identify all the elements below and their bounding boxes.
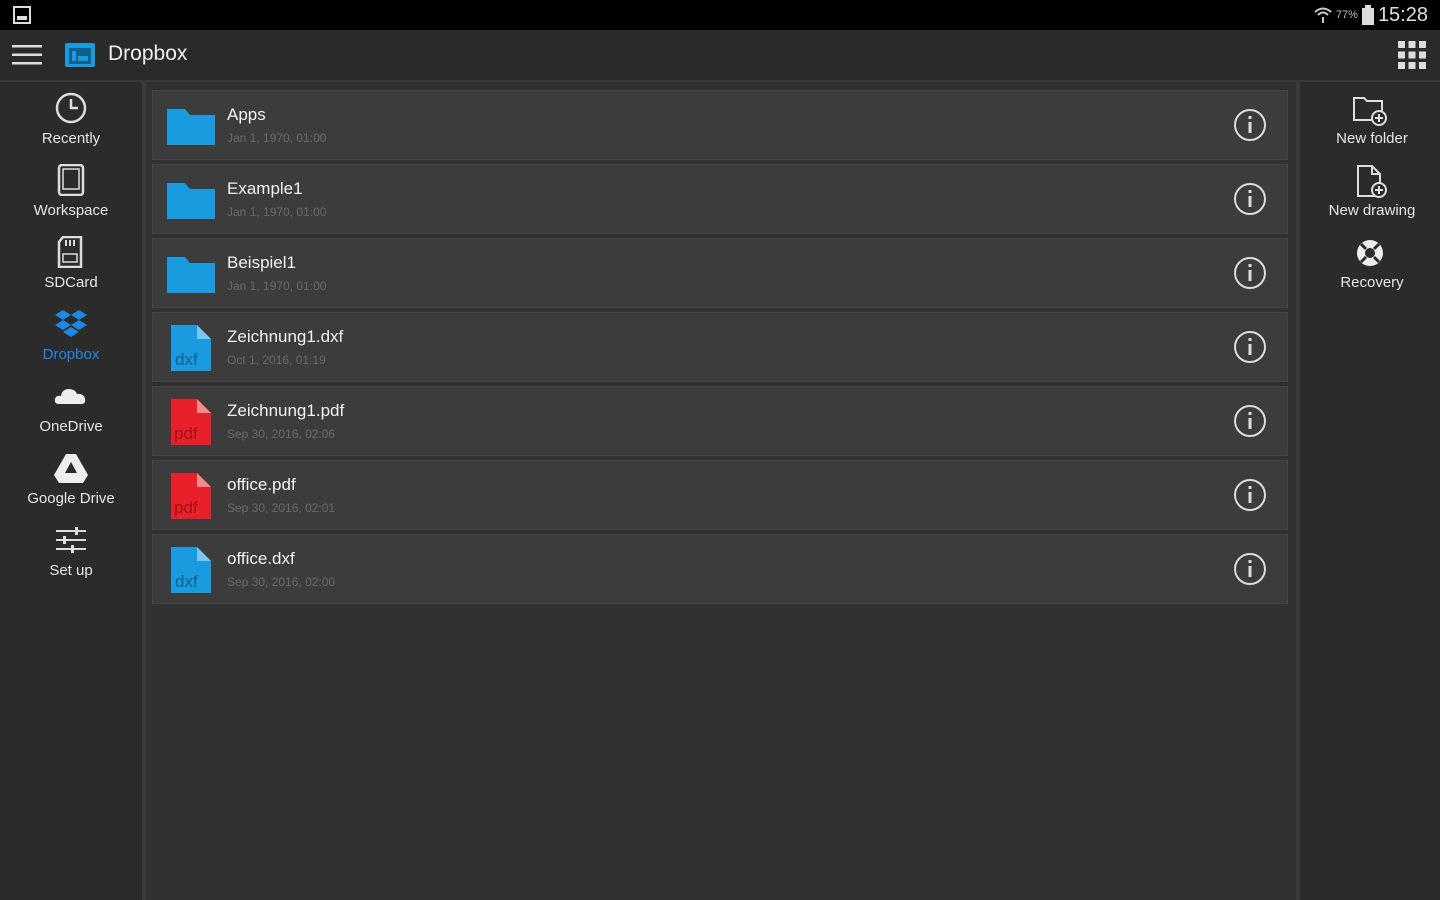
file-row-apps[interactable]: Apps Jan 1, 1970, 01:00 <box>152 90 1288 160</box>
sdcard-icon <box>57 236 83 268</box>
info-icon[interactable] <box>1233 256 1267 290</box>
sidebar-item-label: Dropbox <box>42 346 100 363</box>
action-label: New folder <box>1336 130 1408 147</box>
google-drive-icon <box>54 454 88 483</box>
info-icon[interactable] <box>1233 108 1267 142</box>
sidebar-item-google-drive[interactable]: Google Drive <box>0 446 142 516</box>
file-list: Apps Jan 1, 1970, 01:00 Example1 Jan 1, … <box>152 90 1288 608</box>
sidebar-item-dropbox[interactable]: Dropbox <box>0 302 142 372</box>
info-icon[interactable] <box>1233 552 1267 586</box>
file-type-badge: pdf <box>174 498 198 517</box>
dropbox-folder-icon <box>65 43 95 67</box>
sidebar-item-workspace[interactable]: Workspace <box>0 158 142 228</box>
info-icon[interactable] <box>1233 330 1267 364</box>
file-name: Beispiel1 <box>227 253 296 272</box>
status-indicators: 77% 15:28 <box>1314 3 1428 27</box>
cloud-icon <box>54 389 86 404</box>
file-name: office.dxf <box>227 549 295 568</box>
file-date: Jan 1, 1970, 01:00 <box>227 205 327 219</box>
file-date: Oct 1, 2016, 01:19 <box>227 353 326 367</box>
status-bar: 77% 15:28 <box>0 0 1440 30</box>
hamburger-menu-icon[interactable] <box>10 42 44 68</box>
file-type-badge: pdf <box>174 424 198 443</box>
file-name: Zeichnung1.dxf <box>227 327 344 346</box>
recovery-button[interactable]: Recovery <box>1300 230 1440 300</box>
grid-apps-icon[interactable] <box>1396 39 1428 71</box>
info-icon[interactable] <box>1233 182 1267 216</box>
file-row-beispiel1[interactable]: Beispiel1 Jan 1, 1970, 01:00 <box>152 238 1288 308</box>
battery-percent: 77% <box>1335 9 1358 21</box>
storage-sidebar: Recently Workspace SDCard Dropbox OneDri… <box>0 82 146 900</box>
new-drawing-button[interactable]: New drawing <box>1300 158 1440 228</box>
action-label: Recovery <box>1340 274 1404 291</box>
info-icon[interactable] <box>1233 404 1267 438</box>
file-date: Jan 1, 1970, 01:00 <box>227 131 327 145</box>
pdf-file-icon: pdf <box>171 399 211 445</box>
folder-icon <box>167 257 215 293</box>
tablet-icon <box>57 164 85 196</box>
sidebar-item-label: Workspace <box>33 202 109 219</box>
battery-icon <box>1361 5 1374 25</box>
dxf-file-icon: dxf <box>171 547 211 593</box>
sidebar-item-onedrive[interactable]: OneDrive <box>0 374 142 444</box>
sidebar-item-recently[interactable]: Recently <box>0 86 142 156</box>
wifi-icon <box>1314 7 1332 23</box>
dropbox-icon <box>55 310 87 337</box>
clock-time: 15:28 <box>1377 3 1428 26</box>
sidebar-item-label: Recently <box>41 130 101 147</box>
file-name: office.pdf <box>227 475 296 494</box>
sidebar-item-label: SDCard <box>44 274 98 291</box>
gallery-notification-icon <box>13 6 31 24</box>
dxf-file-icon: dxf <box>171 325 211 371</box>
file-date: Sep 30, 2016, 02:00 <box>227 575 336 589</box>
new-folder-button[interactable]: New folder <box>1300 86 1440 156</box>
sidebar-item-sdcard[interactable]: SDCard <box>0 230 142 300</box>
file-row-office-pdf[interactable]: pdf office.pdf Sep 30, 2016, 02:01 <box>152 460 1288 530</box>
sidebar-item-label: OneDrive <box>39 418 103 435</box>
sidebar-item-label: Google Drive <box>27 490 115 507</box>
pdf-file-icon: pdf <box>171 473 211 519</box>
sliders-icon <box>56 527 86 553</box>
file-date: Jan 1, 1970, 01:00 <box>227 279 327 293</box>
info-icon[interactable] <box>1233 478 1267 512</box>
file-row-zeichnung1-pdf[interactable]: pdf Zeichnung1.pdf Sep 30, 2016, 02:06 <box>152 386 1288 456</box>
action-label: New drawing <box>1328 202 1416 219</box>
clock-icon <box>55 92 87 124</box>
new-folder-icon <box>1353 97 1387 126</box>
sidebar-item-setup[interactable]: Set up <box>0 518 142 588</box>
file-name: Apps <box>227 105 266 124</box>
file-row-zeichnung1-dxf[interactable]: dxf Zeichnung1.dxf Oct 1, 2016, 01:19 <box>152 312 1288 382</box>
sidebar-item-label: Set up <box>49 562 93 579</box>
action-sidebar: New folder New drawing Recovery <box>1296 82 1440 900</box>
file-type-badge: dxf <box>175 350 198 369</box>
file-name: Zeichnung1.pdf <box>227 401 345 420</box>
folder-icon <box>167 109 215 145</box>
file-date: Sep 30, 2016, 02:06 <box>227 427 336 441</box>
folder-icon <box>167 183 215 219</box>
new-drawing-icon <box>1357 165 1387 198</box>
file-row-office-dxf[interactable]: dxf office.dxf Sep 30, 2016, 02:00 <box>152 534 1288 604</box>
file-type-badge: dxf <box>175 572 198 591</box>
file-row-example1[interactable]: Example1 Jan 1, 1970, 01:00 <box>152 164 1288 234</box>
app-toolbar: Dropbox <box>0 30 1440 82</box>
lifebuoy-icon <box>1357 240 1383 266</box>
file-date: Sep 30, 2016, 02:01 <box>227 501 336 515</box>
file-name: Example1 <box>227 179 303 198</box>
page-title: Dropbox <box>108 42 188 65</box>
